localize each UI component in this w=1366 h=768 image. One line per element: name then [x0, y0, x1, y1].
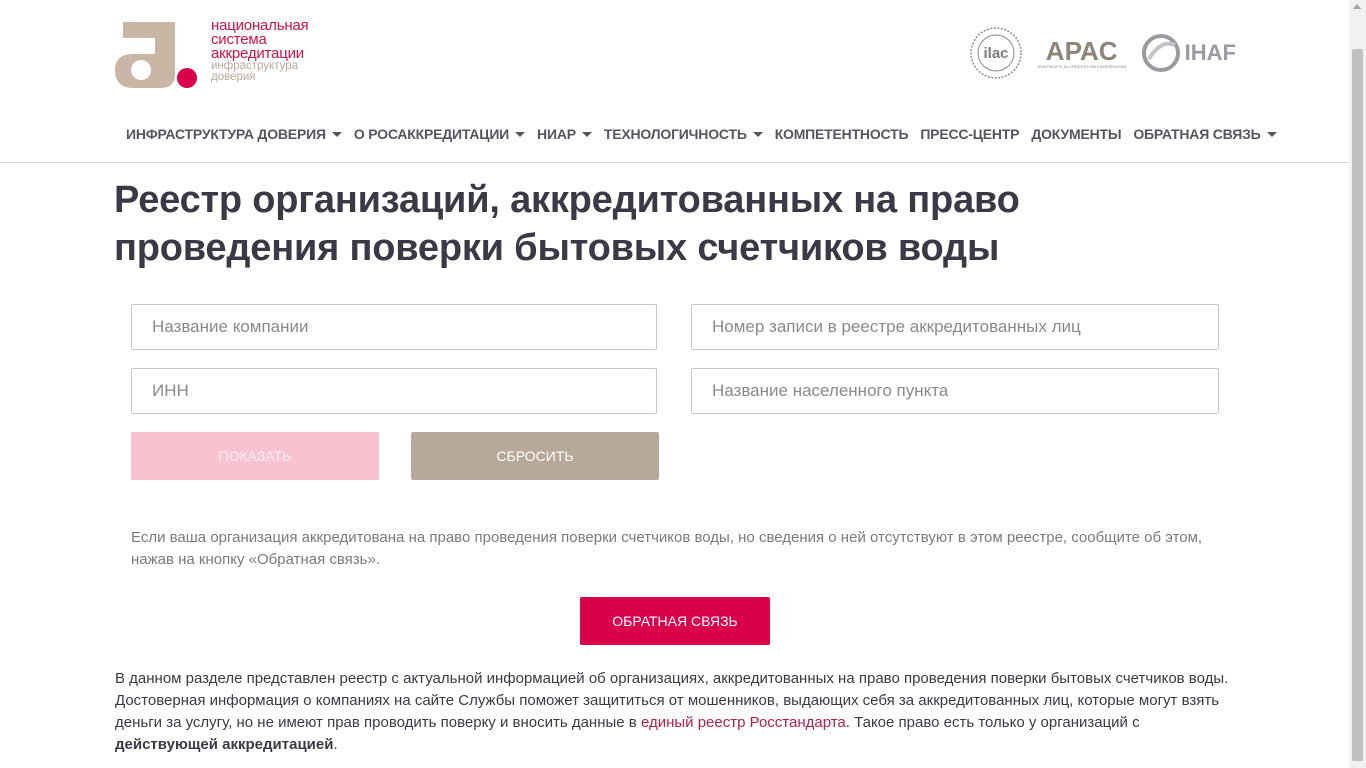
- rosstandart-registry-link[interactable]: единый реестр Росстандарта: [641, 714, 846, 731]
- scroll-thumb[interactable]: [1352, 49, 1363, 761]
- nav-label: ТЕХНОЛОГИЧНОСТЬ: [603, 126, 747, 142]
- show-button[interactable]: ПОКАЗАТЬ: [131, 432, 379, 480]
- apac-subtitle: ASIA PACIFIC ACCREDITATION COOPERATION: [1037, 63, 1127, 69]
- partner-logos: ilac APAC ASIA PACIFIC ACCREDITATION COO…: [969, 24, 1236, 82]
- nav-label: НИАР: [537, 126, 576, 142]
- nav-item-infrastructure[interactable]: ИНФРАСТРУКТУРА ДОВЕРИЯ: [120, 126, 348, 142]
- company-name-input[interactable]: [131, 304, 657, 350]
- nav-label: О РОСАККРЕДИТАЦИИ: [353, 126, 510, 142]
- main-nav: ИНФРАСТРУКТУРА ДОВЕРИЯ О РОСАККРЕДИТАЦИИ…: [120, 119, 1283, 149]
- ihaf-title: IHAF: [1184, 40, 1236, 65]
- ihaf-globe-icon: [1141, 34, 1180, 72]
- nav-item-documents[interactable]: ДОКУМЕНТЫ: [1025, 126, 1127, 142]
- nav-label: КОМПЕТЕНТНОСТЬ: [774, 126, 909, 142]
- logo-sub-2: доверия: [211, 71, 256, 83]
- logo[interactable]: национальная система аккредитации инфрас…: [113, 16, 343, 96]
- notice-text: Если ваша организация аккредитована на п…: [131, 529, 1203, 568]
- nav-item-niar[interactable]: НИАР: [531, 126, 598, 142]
- scroll-up-arrow-icon[interactable]: [1353, 4, 1361, 9]
- page: национальная система аккредитации инфрас…: [0, 0, 1349, 768]
- caret-down-icon: [515, 131, 526, 137]
- nav-item-feedback[interactable]: ОБРАТНАЯ СВЯЗЬ: [1127, 126, 1282, 142]
- logo-line-3: аккредитации: [211, 45, 304, 62]
- page-title: Реестр организаций, аккредитованных на п…: [114, 179, 1020, 269]
- nav-item-about[interactable]: О РОСАККРЕДИТАЦИИ: [348, 126, 531, 142]
- nav-item-competence[interactable]: КОМПЕТЕНТНОСТЬ: [769, 126, 915, 142]
- ilac-text: ilac: [983, 45, 1008, 62]
- nav-label: ОБРАТНАЯ СВЯЗЬ: [1133, 126, 1261, 142]
- apac-title: APAC: [1045, 35, 1118, 66]
- active-accreditation-text: действующей аккредитацией: [115, 736, 334, 753]
- ihaf-logo[interactable]: IHAF: [1141, 33, 1236, 73]
- caret-down-icon: [331, 131, 342, 137]
- logo-text: национальная система аккредитации инфрас…: [211, 18, 309, 83]
- reset-button[interactable]: СБРОСИТЬ: [411, 432, 659, 480]
- ilac-logo[interactable]: ilac: [969, 26, 1023, 80]
- caret-down-icon: [1266, 131, 1277, 137]
- nav-label: ПРЕСС-ЦЕНТР: [920, 126, 1020, 142]
- feedback-button[interactable]: ОБРАТНАЯ СВЯЗЬ: [580, 597, 770, 645]
- city-input[interactable]: [691, 368, 1219, 414]
- nav-label: ДОКУМЕНТЫ: [1031, 126, 1122, 142]
- apac-logo[interactable]: APAC ASIA PACIFIC ACCREDITATION COOPERAT…: [1037, 38, 1127, 69]
- description-text: В данном разделе представлен реестр с ак…: [115, 668, 1235, 756]
- nav-item-press[interactable]: ПРЕСС-ЦЕНТР: [914, 126, 1025, 142]
- description-part-2: . Такое право есть только у организаций …: [845, 714, 1140, 731]
- record-number-input[interactable]: [691, 304, 1219, 350]
- caret-down-icon: [752, 131, 763, 137]
- description-part-3: .: [333, 736, 338, 753]
- vertical-scrollbar[interactable]: [1349, 0, 1366, 768]
- nav-item-technology[interactable]: ТЕХНОЛОГИЧНОСТЬ: [598, 126, 769, 142]
- caret-down-icon: [581, 131, 592, 137]
- nav-label: ИНФРАСТРУКТУРА ДОВЕРИЯ: [126, 126, 326, 142]
- inn-input[interactable]: [131, 368, 657, 414]
- logo-mark-icon: [115, 22, 197, 88]
- header-divider: [0, 162, 1349, 163]
